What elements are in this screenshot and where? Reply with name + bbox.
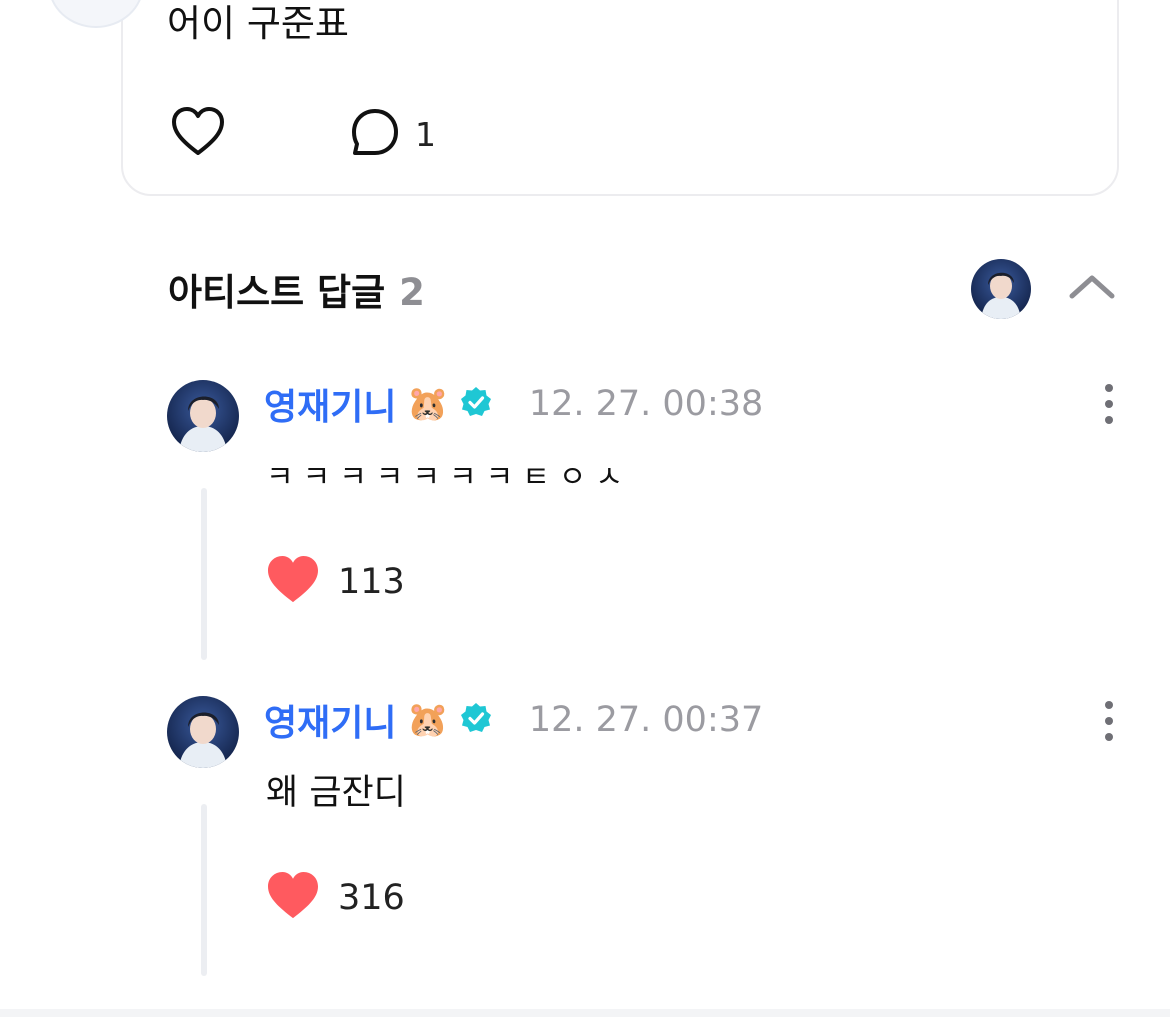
verified-badge-icon [459,701,493,739]
reply-timestamp: 12. 27. 00:38 [528,384,764,424]
reply-like-count: 316 [338,878,405,918]
reply-author-name[interactable]: 영재기니 [264,694,396,746]
section-divider [0,1009,1170,1017]
more-dots-icon [1105,384,1113,392]
reply-author-avatar[interactable] [167,696,239,768]
reply-like-button[interactable]: 113 [266,555,405,609]
heart-filled-icon [266,555,320,609]
reply-author-avatar[interactable] [167,380,239,452]
heart-outline-icon [170,106,226,162]
more-dot [1105,416,1113,424]
comment-count: 1 [415,114,436,154]
comment-bubble-icon [349,106,401,162]
reply-like-count: 113 [338,562,405,602]
collapse-replies-button[interactable] [1066,268,1118,308]
reply-header: 영재기니 🐹 12. 27. 00:37 [264,695,763,745]
reply-text: ㅋㅋㅋㅋㅋㅋㅋㅌㅇㅅ [266,460,632,495]
reply-header: 영재기니 🐹 12. 27. 00:38 [264,379,763,429]
artist-replies-title: 아티스트 답글 [168,271,386,314]
thread-line [201,488,207,660]
reply-author-name[interactable]: 영재기니 [264,378,396,430]
reply-like-button[interactable]: 316 [266,871,405,925]
thread-line [201,804,207,976]
reply-more-button[interactable] [1094,379,1124,429]
chevron-up-icon [1068,272,1116,304]
more-dot [1105,400,1113,408]
reply-timestamp: 12. 27. 00:37 [528,700,764,740]
more-dot [1105,717,1113,725]
more-dot [1105,733,1113,741]
reply-more-button[interactable] [1094,696,1124,746]
hamster-emoji: 🐹 [406,700,449,740]
artist-avatar[interactable] [971,259,1031,319]
more-dots-icon [1105,701,1113,709]
verified-badge-icon [459,385,493,423]
post-comment-button[interactable]: 1 [349,106,436,162]
artist-replies-header: 아티스트 답글 2 [168,262,425,316]
hamster-emoji: 🐹 [406,384,449,424]
artist-replies-count: 2 [399,271,425,314]
reply-text: 왜 금잔디 [266,773,406,813]
post-text: 어이 구준표 [167,2,349,45]
post-like-button[interactable] [170,106,226,162]
heart-filled-icon [266,871,320,925]
